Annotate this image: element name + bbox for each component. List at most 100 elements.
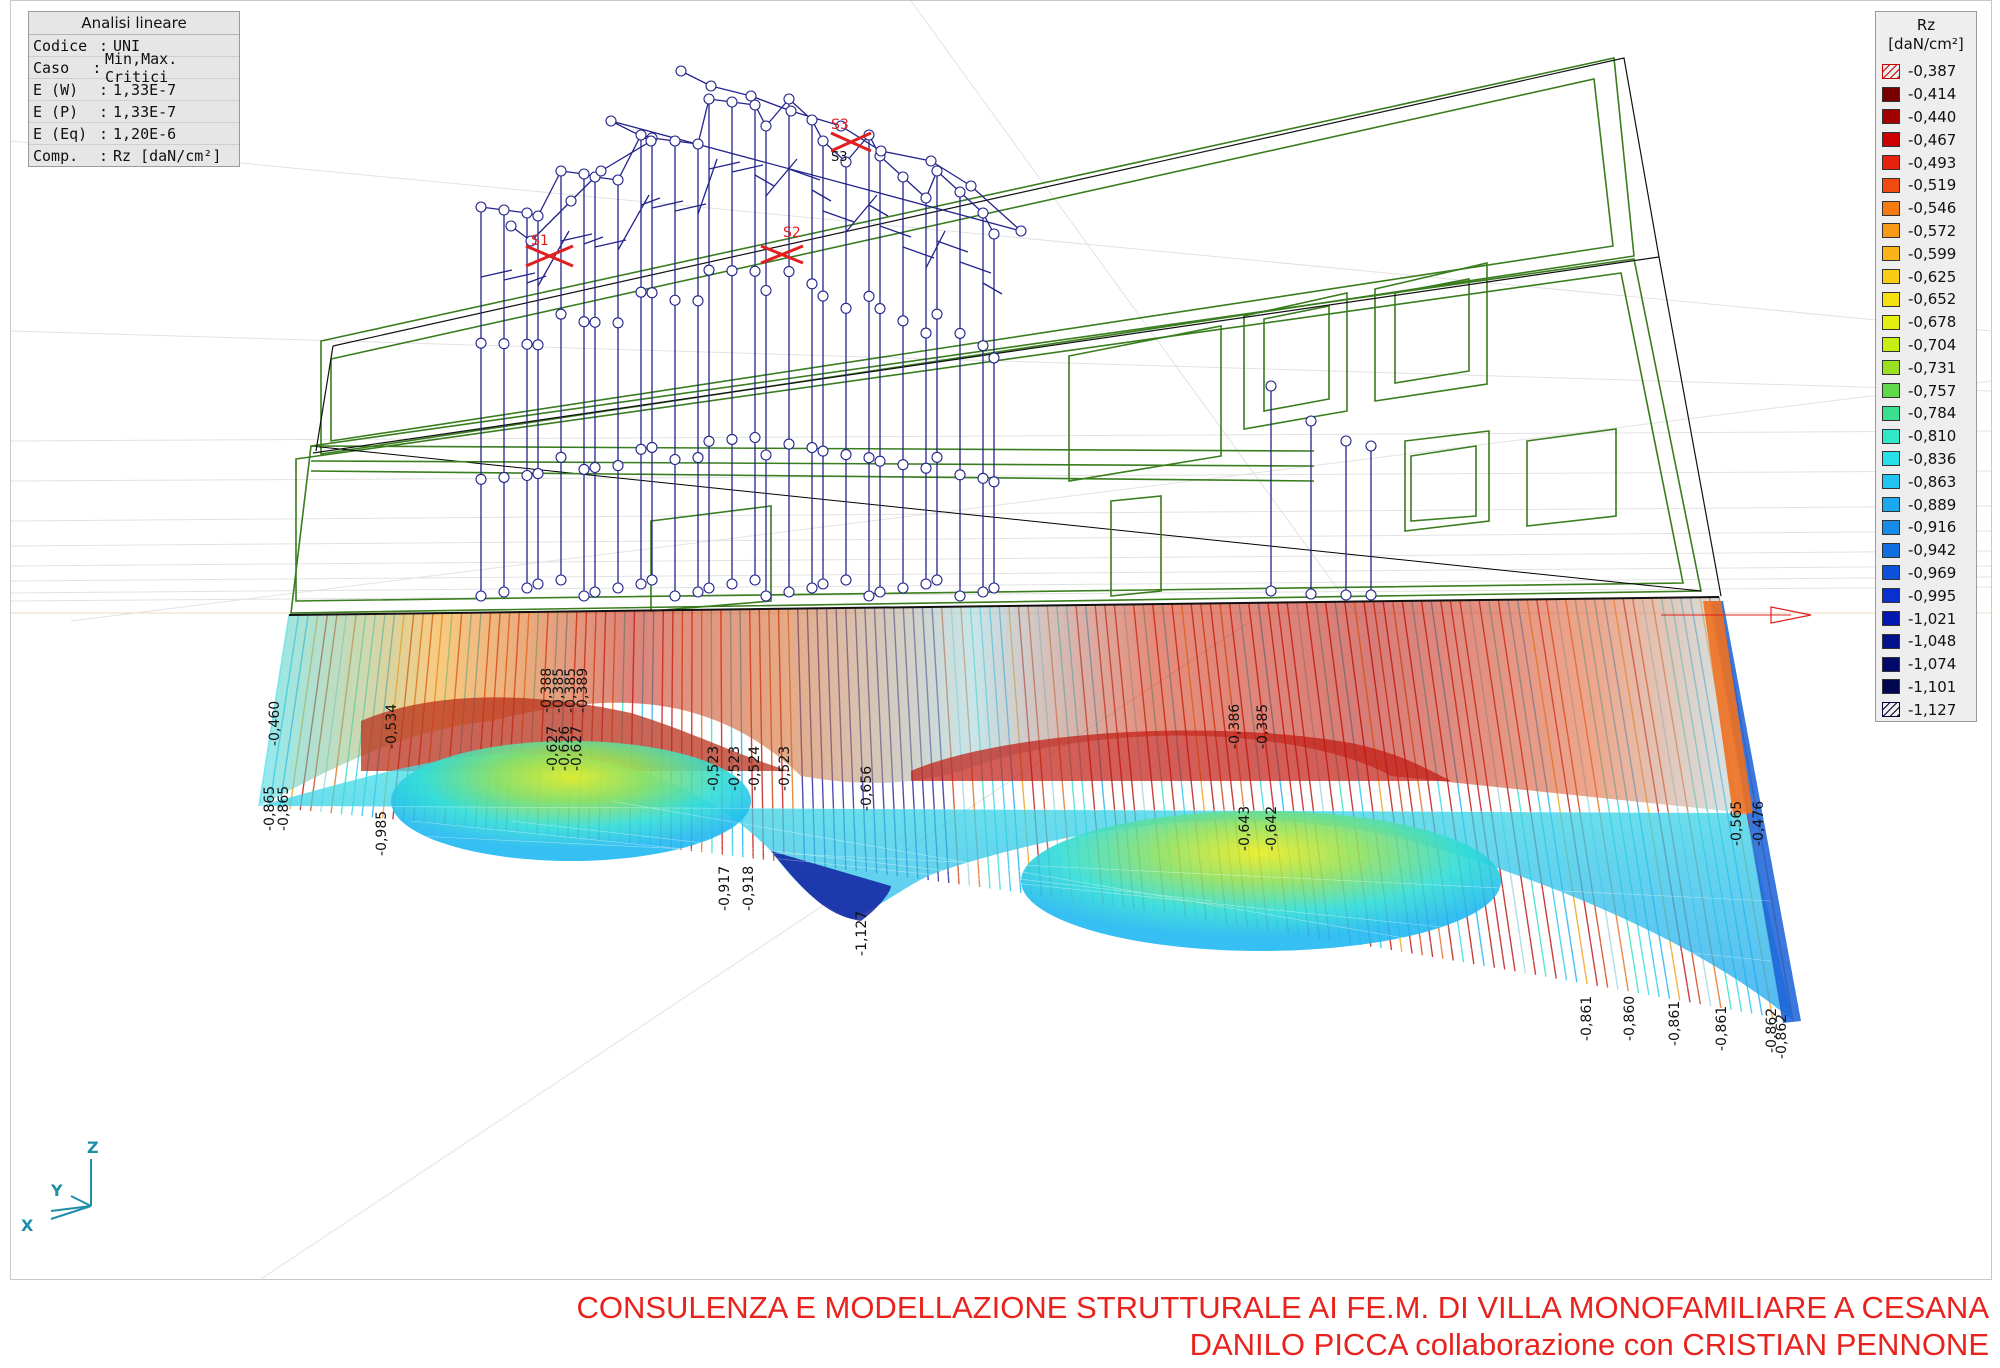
info-key: Codice xyxy=(33,36,88,55)
legend-swatch xyxy=(1882,200,1900,216)
legend-label: -0,969 xyxy=(1908,563,1957,582)
frame-member xyxy=(710,85,752,97)
section-label-s3: S3 xyxy=(831,117,849,133)
frame-node xyxy=(760,590,772,602)
frame-node xyxy=(555,451,567,463)
frame-member xyxy=(731,164,764,173)
model-viewport[interactable]: S1 S2 S3 S3 -0,460 -0,534 -0,388 -0,385 … xyxy=(10,0,1992,1280)
legend-swatch xyxy=(1882,291,1900,307)
frame-node xyxy=(977,207,989,219)
legend-swatch xyxy=(1882,702,1900,718)
frame-node xyxy=(669,294,681,306)
frame-node xyxy=(498,204,510,216)
legend-label: -0,387 xyxy=(1908,62,1957,81)
frame-node xyxy=(931,574,943,586)
frame-node xyxy=(498,338,510,350)
legend-swatch xyxy=(1882,383,1900,399)
frame-node xyxy=(565,195,577,207)
frame-node xyxy=(965,180,977,192)
info-value: 1,33E-7 xyxy=(113,102,177,121)
legend-label: -0,625 xyxy=(1908,267,1957,286)
legend-item: -0,387 xyxy=(1876,60,1976,83)
upper-value-label: -0,386 xyxy=(1227,704,1243,749)
frame-node xyxy=(897,582,909,594)
frame-node xyxy=(925,155,937,167)
legend-label: -0,836 xyxy=(1908,449,1957,468)
frame-node xyxy=(475,201,487,213)
frame-node xyxy=(954,469,966,481)
legend-swatch xyxy=(1882,155,1900,171)
lower-value-label: -0,917 xyxy=(717,866,733,911)
legend-item: -1,101 xyxy=(1876,676,1976,699)
frame-node xyxy=(931,451,943,463)
frame-node xyxy=(1265,380,1277,392)
frame-node xyxy=(954,590,966,602)
legend-swatch xyxy=(1882,451,1900,467)
legend-swatch xyxy=(1882,565,1900,581)
frame-node xyxy=(863,590,875,602)
legend-item: -0,784 xyxy=(1876,402,1976,425)
frame-node xyxy=(817,290,829,302)
frame-node xyxy=(863,452,875,464)
frame-node xyxy=(749,265,761,277)
frame-member xyxy=(936,240,969,253)
legend-label: -0,916 xyxy=(1908,518,1957,537)
frame-member xyxy=(697,98,710,145)
frame-node xyxy=(806,278,818,290)
legend-swatch xyxy=(1882,474,1900,490)
info-row-ep: E (P): 1,33E-7 xyxy=(29,101,239,123)
upper-value-label: -0,524 xyxy=(747,746,763,791)
frame-node xyxy=(555,165,567,177)
legend-swatch xyxy=(1882,223,1900,239)
legend-label: -1,101 xyxy=(1908,677,1957,696)
legend-item: -0,995 xyxy=(1876,584,1976,607)
fem-scene[interactable]: S1 S2 S3 S3 -0,460 -0,534-0,388-0,385-0,… xyxy=(11,1,1991,1279)
frame-member xyxy=(845,194,878,233)
frame-node xyxy=(595,165,607,177)
building-outline xyxy=(290,57,1722,616)
legend-item: -1,048 xyxy=(1876,630,1976,653)
frame-node xyxy=(806,442,818,454)
legend-label: -0,440 xyxy=(1908,107,1957,126)
info-panel-title: Analisi lineare xyxy=(29,12,239,35)
legend-swatch xyxy=(1882,611,1900,627)
frame-node xyxy=(760,120,772,132)
section-label-s1: S1 xyxy=(531,233,549,249)
info-value: 1,33E-7 xyxy=(113,80,177,99)
frame-member xyxy=(959,261,992,274)
frame-member xyxy=(480,269,513,278)
legend-item: -0,942 xyxy=(1876,539,1976,562)
legend-item: -0,440 xyxy=(1876,106,1976,129)
legend-item: -0,916 xyxy=(1876,516,1976,539)
frame-node xyxy=(977,472,989,484)
legend-item: -0,704 xyxy=(1876,334,1976,357)
frame-node xyxy=(505,220,517,232)
frame-node xyxy=(692,295,704,307)
section-label-s3b: S3 xyxy=(831,150,848,165)
legend-item: -1,074 xyxy=(1876,653,1976,676)
frame-node xyxy=(521,207,533,219)
pressure-hotspot-right xyxy=(1021,811,1501,951)
info-value: Rz [daN/cm²] xyxy=(113,146,222,165)
frame-node xyxy=(578,316,590,328)
frame-node xyxy=(669,135,681,147)
legend-swatch xyxy=(1882,656,1900,672)
frame-node xyxy=(1340,589,1352,601)
frame-node xyxy=(635,578,647,590)
frame-node xyxy=(920,192,932,204)
legend-swatch xyxy=(1882,337,1900,353)
frame-member xyxy=(708,161,741,170)
info-row-eeq: E (Eq): 1,20E-6 xyxy=(29,123,239,145)
legend-label: -0,757 xyxy=(1908,381,1957,400)
info-key: E (Eq) xyxy=(33,124,88,143)
legend-item: -0,572 xyxy=(1876,220,1976,243)
legend-label: -0,995 xyxy=(1908,586,1957,605)
frame-node xyxy=(1305,588,1317,600)
legend-swatch xyxy=(1882,269,1900,285)
frame-node xyxy=(669,590,681,602)
legend-swatch xyxy=(1882,314,1900,330)
legend-item: -0,836 xyxy=(1876,448,1976,471)
info-row-caso: Caso: Min,Max. Critici xyxy=(29,50,239,86)
frame-node xyxy=(645,135,657,147)
legend-items: -0,387 -0,414 -0,440 -0,467 -0,493 -0,519 -0,5… xyxy=(1876,60,1976,721)
